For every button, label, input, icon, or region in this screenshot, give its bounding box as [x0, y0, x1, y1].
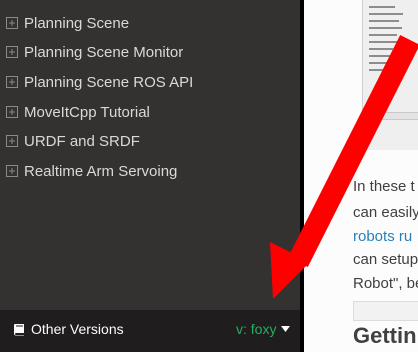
sidebar-item-label: Planning Scene — [24, 15, 130, 32]
sidebar-item-moveitcpp-tutorial[interactable]: MoveItCpp Tutorial — [0, 99, 300, 129]
expand-plus-icon[interactable] — [6, 135, 18, 147]
sidebar: Planning Scene Planning Scene Monitor Pl… — [0, 0, 300, 352]
paragraph-line: In these t — [353, 178, 415, 195]
screenshot-frame: Planning Scene Planning Scene Monitor Pl… — [0, 0, 418, 352]
expand-plus-icon[interactable] — [6, 106, 18, 118]
version-selector[interactable]: Other Versions v: foxy — [0, 310, 300, 352]
thumbnail-line — [369, 13, 403, 15]
sidebar-item-label: Planning Scene ROS API — [24, 74, 194, 91]
paragraph-line: can setup — [353, 251, 418, 268]
current-version-label[interactable]: v: foxy — [236, 321, 276, 337]
thumbnail-line — [369, 27, 402, 29]
book-icon — [14, 324, 24, 336]
sidebar-item-label: URDF and SRDF — [24, 133, 140, 150]
sidebar-item-realtime-arm-servoing[interactable]: Realtime Arm Servoing — [0, 158, 300, 188]
caret-down-icon[interactable] — [281, 326, 290, 332]
sidebar-item-label: Planning Scene Monitor — [24, 44, 184, 61]
sidebar-item-planning-scene-monitor[interactable]: Planning Scene Monitor — [0, 39, 300, 69]
screenshot-thumbnail — [362, 0, 418, 150]
thumbnail-toolbar — [363, 112, 418, 120]
section-heading: Gettin — [353, 323, 417, 348]
sidebar-item-label: Realtime Arm Servoing — [24, 163, 178, 180]
sidebar-item-urdf-and-srdf[interactable]: URDF and SRDF — [0, 128, 300, 158]
thumbnail-line — [369, 6, 395, 8]
expand-plus-icon[interactable] — [6, 76, 18, 88]
other-versions-label: Other Versions — [31, 321, 124, 337]
paragraph-line: can easily — [353, 204, 418, 221]
thumbnail-line — [369, 62, 391, 64]
thumbnail-line — [369, 41, 400, 43]
thumbnail-line — [369, 55, 399, 57]
sidebar-item-planning-scene-ros-api[interactable]: Planning Scene ROS API — [0, 69, 300, 99]
expand-plus-icon[interactable] — [6, 165, 18, 177]
sidebar-item-planning-scene[interactable]: Planning Scene — [0, 10, 300, 40]
thumbnail-line — [369, 20, 399, 22]
main-content: In these t can easily robots ru can setu… — [304, 0, 418, 352]
expand-plus-icon[interactable] — [6, 17, 18, 29]
thumbnail-line — [369, 34, 397, 36]
thumbnail-line — [369, 69, 395, 71]
paragraph-line: Robot", be — [353, 275, 418, 292]
thumbnail-line — [369, 48, 393, 50]
code-block-edge — [353, 301, 418, 321]
sidebar-item-label: MoveItCpp Tutorial — [24, 104, 150, 121]
expand-plus-icon[interactable] — [6, 46, 18, 58]
robots-link[interactable]: robots ru — [353, 228, 412, 245]
